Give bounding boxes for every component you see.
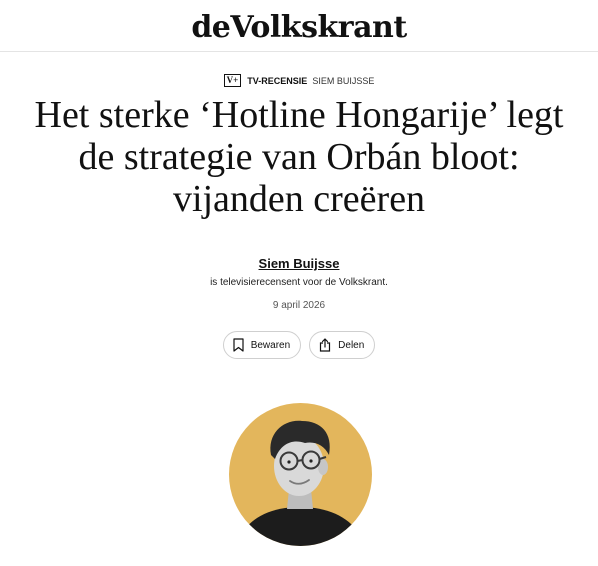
share-button[interactable]: Delen [309, 331, 376, 359]
share-icon [320, 338, 331, 352]
article-headline: Het sterke ‘Hotline Hongarije’ legt de s… [34, 94, 564, 220]
save-button[interactable]: Bewaren [222, 331, 302, 359]
share-button-label: Delen [338, 339, 365, 351]
kicker-section[interactable]: TV-RECENSIE [247, 75, 307, 87]
author-link[interactable]: Siem Buijsse [0, 256, 598, 271]
author-description: is televisierecensent voor de Volkskrant… [210, 277, 388, 288]
publish-date: 9 april 2026 [272, 300, 326, 311]
kicker-author: SIEM BUIJSSE [312, 75, 375, 86]
article-actions: Bewaren Delen [0, 331, 598, 359]
masthead: deVolkskrant [0, 0, 598, 52]
article-kicker: V+ TV-RECENSIE SIEM BUIJSSE [0, 74, 598, 87]
author-avatar [229, 403, 372, 546]
bookmark-icon [233, 338, 244, 352]
save-button-label: Bewaren [250, 339, 291, 351]
premium-badge: V+ [223, 74, 242, 87]
site-logo[interactable]: deVolkskrant [191, 6, 407, 45]
author-portrait [237, 420, 365, 546]
